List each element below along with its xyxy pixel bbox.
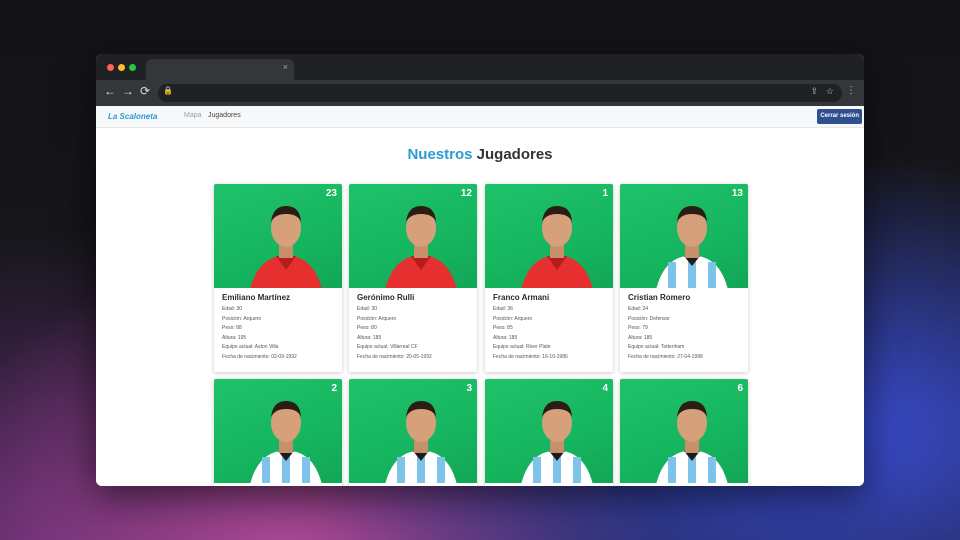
maximize-window-button[interactable] — [129, 64, 136, 71]
player-card[interactable]: 23 Emiliano Martínez Edad: 30 Posición: Arq… — [214, 184, 342, 372]
player-name: Gerónimo Rulli — [357, 293, 415, 302]
player-detail: Edad: 30 — [357, 306, 378, 312]
close-window-button[interactable] — [107, 64, 114, 71]
player-detail: Peso: 80 — [357, 325, 377, 331]
player-card[interactable]: 1 Franco Armani Edad: 36 Posición: Arquero P… — [485, 184, 613, 372]
player-card[interactable]: 6 — [620, 379, 748, 486]
player-detail: Fecha de nacimiento: 20-05-1992 — [357, 353, 432, 360]
player-card[interactable]: 3 — [349, 379, 477, 486]
player-name: Emiliano Martínez — [222, 293, 291, 302]
player-photo: 6 — [620, 379, 748, 483]
player-detail: Posición: Defensor — [628, 315, 670, 322]
player-detail: Edad: 24 — [628, 306, 649, 312]
player-figure — [385, 206, 457, 288]
player-detail: Fecha de nacimiento: 16-10-1986 — [493, 353, 568, 360]
player-detail: Equipo actual: River Plate — [493, 344, 551, 350]
nav-link-mapa[interactable]: Mapa — [184, 112, 202, 119]
player-figure — [656, 206, 728, 288]
player-number: 3 — [466, 383, 472, 394]
player-detail: Posición: Arquero — [493, 315, 533, 322]
forward-arrow-icon[interactable]: → — [122, 84, 134, 98]
player-detail: Altura: 195 — [222, 334, 247, 341]
browser-toolbar: ← → ⟳ 🔒 ⇪ ☆ ⋮ — [96, 80, 864, 106]
player-detail: Equipo actual: Villarreal CF — [357, 344, 418, 350]
minimize-window-button[interactable] — [118, 64, 125, 71]
player-number: 2 — [331, 383, 337, 394]
player-info: Cristian Romero Edad: 24 Posición: Defenso… — [620, 288, 748, 367]
browser-tab[interactable]: × — [146, 59, 294, 80]
back-arrow-icon[interactable]: ← — [104, 84, 116, 98]
player-card[interactable]: 12 Gerónimo Rulli Edad: 30 Posición: Arquer… — [349, 184, 477, 372]
player-detail: Altura: 185 — [628, 334, 653, 341]
page-title: Nuestros Jugadores — [96, 146, 864, 163]
player-detail: Fecha de nacimiento: 02-09-1992 — [222, 353, 297, 360]
player-figure — [385, 401, 457, 483]
player-photo: 23 — [214, 184, 342, 288]
player-detail: Equipo actual: Tottenham — [628, 344, 685, 350]
player-number: 13 — [731, 188, 743, 199]
player-number: 4 — [602, 383, 608, 394]
player-figure — [250, 401, 322, 483]
player-detail: Peso: 79 — [628, 325, 648, 331]
player-detail: Edad: 36 — [493, 306, 514, 312]
reload-icon[interactable]: ⟳ — [140, 84, 150, 98]
player-info — [214, 483, 342, 486]
player-number: 12 — [460, 188, 472, 199]
player-info — [620, 483, 748, 486]
player-detail: Posición: Arquero — [357, 315, 397, 322]
player-detail: Peso: 88 — [222, 325, 242, 331]
player-number: 1 — [602, 188, 608, 199]
bookmark-star-icon[interactable]: ☆ — [826, 86, 834, 97]
page-title-accent: Nuestros — [407, 146, 473, 163]
player-card[interactable]: 2 — [214, 379, 342, 486]
player-info: Gerónimo Rulli Edad: 30 Posición: Arquero P… — [349, 288, 477, 367]
player-number: 23 — [325, 188, 337, 199]
player-detail: Posición: Arquero — [222, 315, 262, 322]
page-title-main: Jugadores — [476, 146, 553, 163]
player-detail: Peso: 85 — [493, 325, 513, 331]
tab-strip: × — [96, 54, 864, 80]
player-figure — [250, 206, 322, 288]
player-photo: 13 — [620, 184, 748, 288]
browser-window: × ← → ⟳ 🔒 ⇪ ☆ ⋮ La Scaloneta Mapa Jugado… — [96, 54, 864, 486]
player-name: Cristian Romero — [628, 293, 691, 302]
player-card[interactable]: 13 Cristian Romero Edad: 24 Posición: Defen… — [620, 184, 748, 372]
main-content: Nuestros Jugadores 23 Emiliano Martínez Ed… — [96, 128, 864, 486]
brand-logo[interactable]: La Scaloneta — [108, 112, 157, 121]
logout-button[interactable]: Cerrar sesión — [817, 109, 862, 124]
player-photo: 1 — [485, 184, 613, 288]
player-figure — [521, 401, 593, 483]
player-detail: Edad: 30 — [222, 306, 243, 312]
lock-icon[interactable]: 🔒 — [163, 86, 173, 95]
player-figure — [656, 401, 728, 483]
player-info — [485, 483, 613, 486]
player-card[interactable]: 4 — [485, 379, 613, 486]
player-photo: 4 — [485, 379, 613, 483]
player-detail: Altura: 189 — [357, 334, 382, 341]
share-icon[interactable]: ⇪ — [810, 86, 818, 97]
player-figure — [521, 206, 593, 288]
browser-menu-icon[interactable]: ⋮ — [846, 86, 856, 96]
player-photo: 12 — [349, 184, 477, 288]
player-photo: 3 — [349, 379, 477, 483]
nav-link-jugadores[interactable]: Jugadores — [208, 112, 241, 119]
player-number: 6 — [737, 383, 743, 394]
site-navbar: La Scaloneta Mapa Jugadores Cerrar sesió… — [96, 106, 864, 128]
player-detail: Fecha de nacimiento: 27-04-1998 — [628, 353, 703, 360]
player-photo: 2 — [214, 379, 342, 483]
tab-close-icon[interactable]: × — [283, 62, 288, 72]
player-info: Emiliano Martínez Edad: 30 Posición: Arque… — [214, 288, 342, 367]
player-detail: Altura: 189 — [493, 334, 518, 341]
player-detail: Equipo actual: Aston Villa — [222, 344, 279, 350]
player-info — [349, 483, 477, 486]
player-name: Franco Armani — [493, 293, 550, 302]
player-info: Franco Armani Edad: 36 Posición: Arquero Pe… — [485, 288, 613, 367]
address-bar[interactable]: 🔒 ⇪ ☆ — [158, 84, 842, 102]
